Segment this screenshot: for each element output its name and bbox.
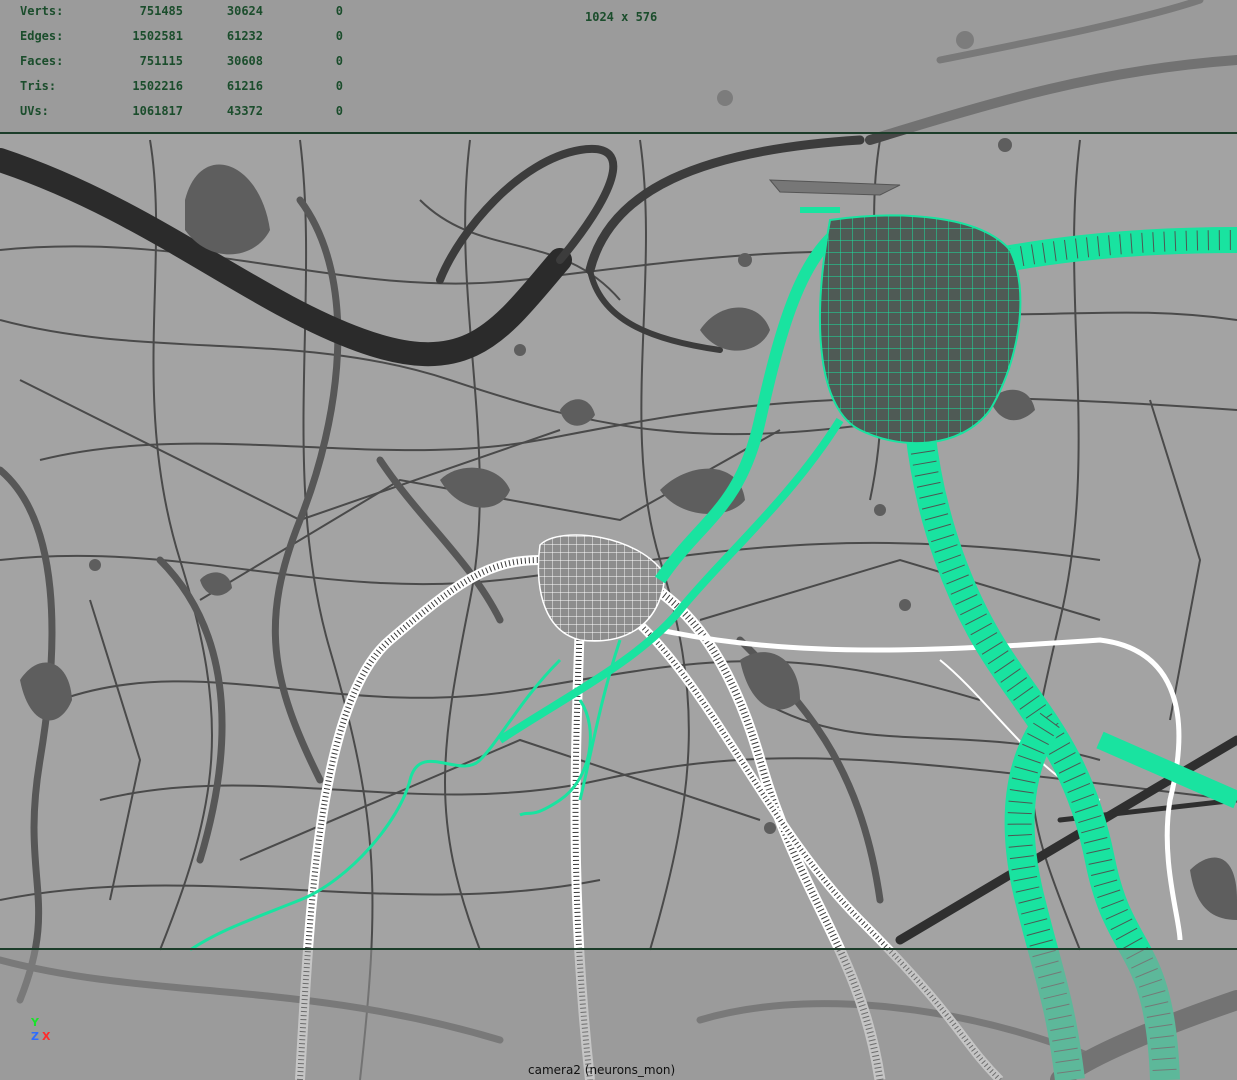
- resolution-gate-bottom-line: [0, 948, 1237, 950]
- hud-selected: 61232: [226, 29, 263, 43]
- axis-z-label: Z: [31, 1030, 39, 1043]
- hud-selected: 61216: [226, 79, 263, 93]
- axis-x-label: X: [42, 1030, 51, 1043]
- hud-label: Edges:: [20, 29, 64, 43]
- hud-label: Faces:: [20, 54, 64, 68]
- view-axis-icon: Y Z X: [26, 1016, 66, 1056]
- hud-selected: 30608: [226, 54, 263, 68]
- gate-mask-bottom: [0, 949, 1237, 1080]
- grey-plane: [768, 179, 901, 196]
- hud-total: 751115: [139, 54, 183, 68]
- hud-total: 751485: [139, 4, 183, 18]
- hud-selected: 30624: [226, 4, 263, 18]
- hud-label: UVs:: [20, 104, 49, 118]
- hud-component: 0: [335, 54, 343, 68]
- hud-label: Verts:: [20, 4, 64, 18]
- hud-total: 1502581: [132, 29, 183, 43]
- hud-component: 0: [335, 79, 343, 93]
- hud-component: 0: [335, 104, 343, 118]
- resolution-gate-label: 1024 x 576: [585, 10, 658, 24]
- hud-selected: 43372: [226, 104, 263, 118]
- scene-render[interactable]: [0, 0, 1237, 1080]
- hud-total: 1502216: [132, 79, 183, 93]
- hud-component: 0: [335, 29, 343, 43]
- hud-total: 1061817: [132, 104, 183, 118]
- maya-viewport[interactable]: Verts: 751485 30624 0 Edges: 1502581 612…: [0, 0, 1237, 1080]
- resolution-gate-top-line: [0, 132, 1237, 134]
- hud-label: Tris:: [20, 79, 57, 93]
- camera-name-label: camera2 (neurons_mon): [528, 1063, 676, 1077]
- hud-component: 0: [335, 4, 343, 18]
- axis-y-label: Y: [31, 1016, 39, 1029]
